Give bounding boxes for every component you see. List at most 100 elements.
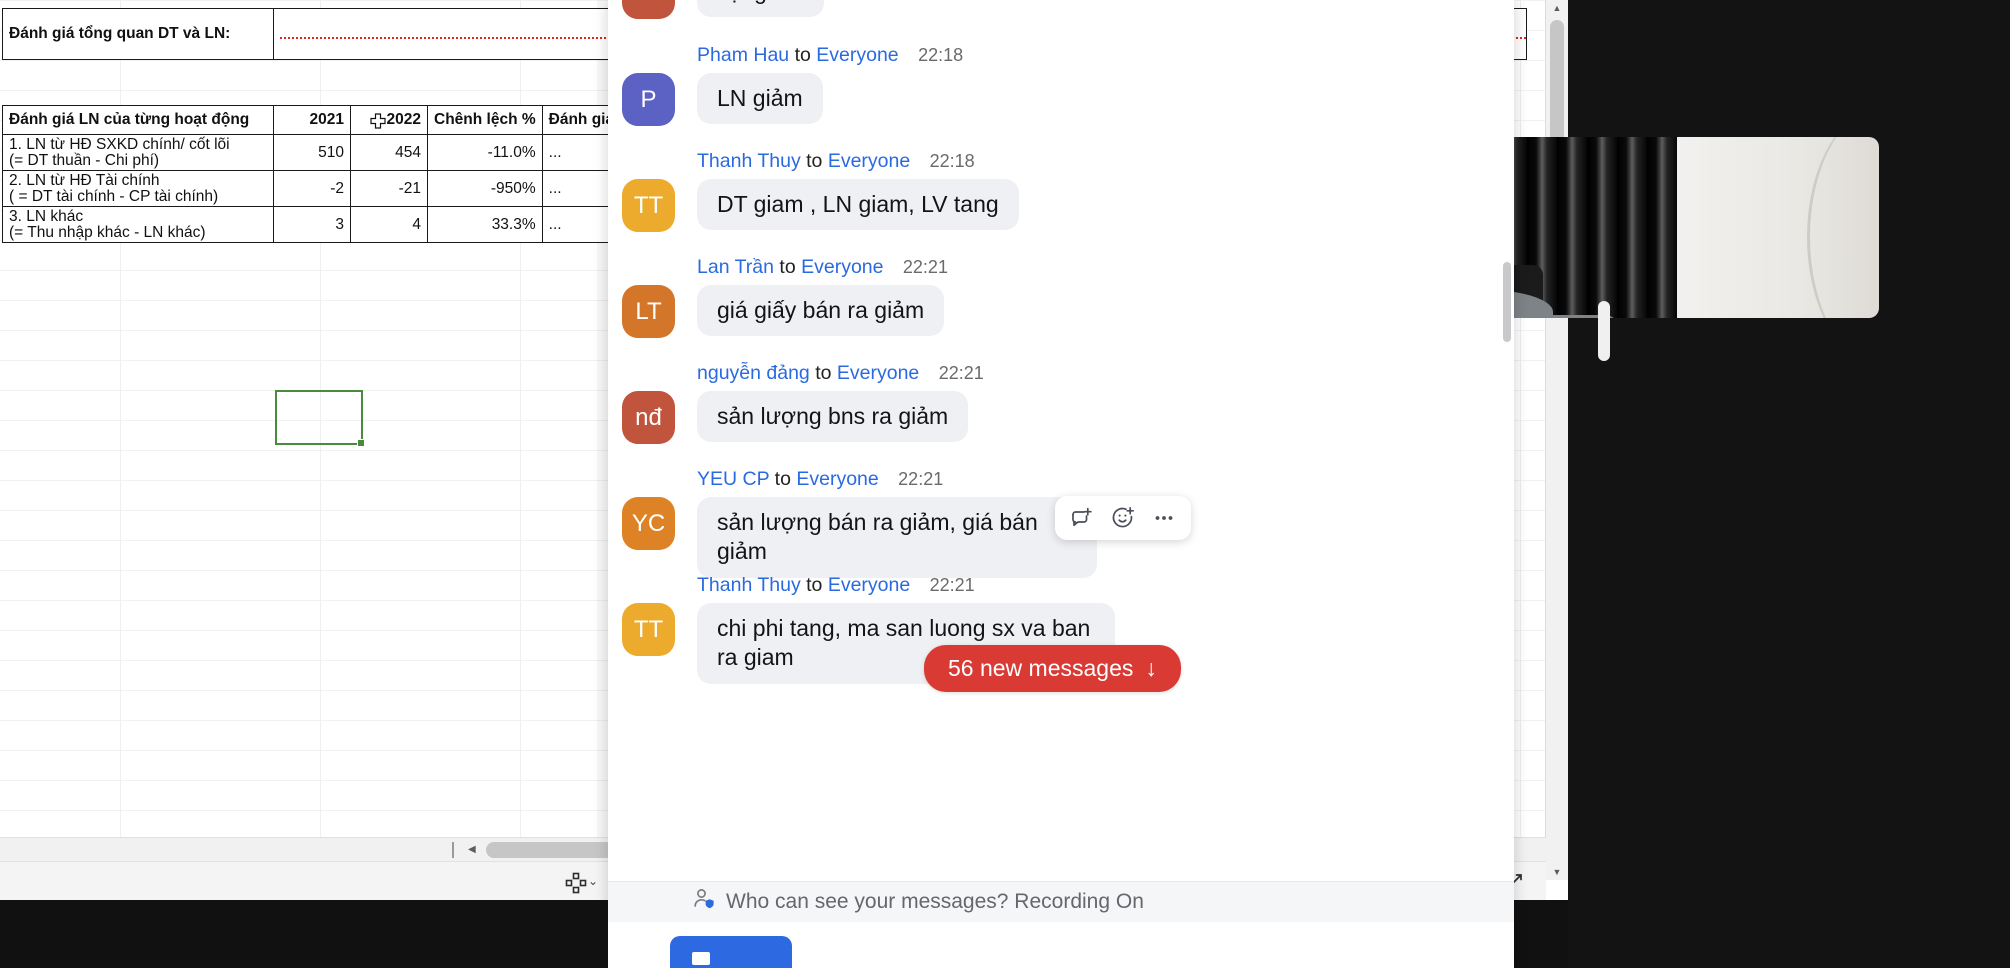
row-3-diff[interactable]: 33.3%	[427, 206, 543, 243]
chat-sender-name[interactable]: Pham Hau	[697, 44, 789, 66]
spreadsheet-cursor-icon	[369, 113, 387, 131]
chat-message-header: Pham Hau to Everyone 22:18	[697, 44, 1514, 67]
caret-down-icon[interactable]: ▼	[1546, 864, 1568, 880]
chat-to-word: to	[794, 44, 811, 66]
arrow-down-icon: ↓	[1145, 655, 1157, 681]
row-1-line1: 1. LN từ HĐ SXKD chính/ cốt lõi	[9, 136, 230, 153]
chat-recipient[interactable]: Everyone	[837, 362, 919, 384]
chat-timestamp: 22:18	[929, 151, 975, 171]
row-1-diff[interactable]: -11.0%	[427, 134, 543, 171]
row-2-line2: ( = DT tài chính - CP tài chính)	[9, 187, 219, 205]
chat-message[interactable]: Pham Hau to Everyone 22:18 P LN giảm	[608, 44, 1514, 126]
avatar: YC	[622, 497, 675, 550]
avatar: nđ	[622, 391, 675, 444]
row-2-diff[interactable]: -950%	[427, 170, 543, 207]
chevron-down-icon[interactable]: ⌄	[588, 874, 598, 888]
profit-evaluation-table: Đánh giá LN của từng hoạt động 2021 2022…	[2, 105, 706, 243]
chat-timestamp: 22:21	[898, 469, 944, 489]
chat-scroll-thumb[interactable]	[1503, 262, 1511, 342]
scroll-split-handle[interactable]	[452, 842, 454, 858]
row-2-value-2021[interactable]: -2	[273, 170, 351, 207]
chat-privacy-bar[interactable]: Who can see your messages? Recording On	[608, 881, 1514, 922]
chat-sender-name[interactable]: nguyễn đảng	[697, 362, 810, 384]
chat-message-partial[interactable]: sụt giảm	[608, 0, 1514, 19]
chat-timestamp: 22:21	[902, 257, 948, 277]
more-horizontal-icon[interactable]	[1151, 505, 1177, 531]
chat-sender-name[interactable]: Thanh Thuy	[697, 574, 801, 596]
row-3-line2: (= Thu nhập khác - LN khác)	[9, 223, 206, 241]
row-2-value-2022[interactable]: -21	[350, 170, 428, 207]
emoji-plus-icon[interactable]	[1110, 505, 1136, 531]
table-row[interactable]: 1. LN từ HĐ SXKD chính/ cốt lõi (= DT th…	[2, 134, 706, 171]
chat-bubble: sản lượng bán ra giảm, giá bán giảm	[697, 497, 1097, 578]
chat-bubble: giá giấy bán ra giảm	[697, 285, 945, 337]
row-3-line1: 3. LN khác	[9, 208, 84, 225]
avatar: TT	[622, 179, 675, 232]
chat-sender-name[interactable]: Lan Trần	[697, 256, 774, 278]
chat-recipient[interactable]: Everyone	[801, 256, 883, 278]
chat-timestamp: 22:18	[918, 45, 964, 65]
chat-vertical-scrollbar[interactable]	[1500, 0, 1514, 887]
reply-bubble-plus-icon[interactable]	[1069, 505, 1095, 531]
chat-to-word: to	[815, 362, 832, 384]
chat-compose-area[interactable]	[608, 922, 1514, 968]
avatar: LT	[622, 285, 675, 338]
chat-message-header: Thanh Thuy to Everyone 22:18	[697, 150, 1514, 173]
chat-message-list[interactable]: sụt giảm Pham Hau to Everyone 22:18 P LN…	[608, 0, 1514, 887]
chat-to-word: to	[779, 256, 796, 278]
chat-bubble: LN giảm	[697, 73, 823, 125]
table-row[interactable]: 3. LN khác (= Thu nhập khác - LN khác) 3…	[2, 206, 706, 243]
chat-sender-name[interactable]: Thanh Thuy	[697, 150, 801, 172]
table-row[interactable]: 2. LN từ HĐ Tài chính ( = DT tài chính -…	[2, 170, 706, 207]
row-1-value-2021[interactable]: 510	[273, 134, 351, 171]
desktop-background-bottom-left	[0, 900, 608, 968]
row-3-activity-name: 3. LN khác (= Thu nhập khác - LN khác)	[2, 206, 274, 243]
chat-to-word: to	[774, 468, 791, 490]
col-header-2022: 2022	[350, 105, 428, 135]
send-plus-button[interactable]	[670, 936, 792, 968]
row-3-value-2022[interactable]: 4	[350, 206, 428, 243]
row-1-line2: (= DT thuần - Chi phí)	[9, 151, 160, 169]
overview-label: Đánh giá tổng quan DT và LN:	[2, 8, 274, 60]
caret-up-icon[interactable]: ▲	[1546, 0, 1568, 16]
move-cursor-icon[interactable]	[565, 872, 587, 899]
avatar: P	[622, 73, 675, 126]
panel-drag-handle[interactable]	[1598, 301, 1610, 361]
spreadsheet-vertical-scrollbar[interactable]: ▲ ▼	[1545, 0, 1568, 880]
chat-recipient[interactable]: Everyone	[828, 574, 910, 596]
chat-recipient[interactable]: Everyone	[796, 468, 878, 490]
caret-left-icon[interactable]: ◀	[468, 844, 476, 855]
avatar	[622, 0, 675, 19]
chat-recipient[interactable]: Everyone	[828, 150, 910, 172]
message-hover-actions[interactable]	[1055, 496, 1191, 540]
privacy-text[interactable]: Who can see your messages? Recording On	[726, 890, 1144, 914]
row-2-line1: 2. LN từ HĐ Tài chính	[9, 172, 160, 189]
row-2-activity-name: 2. LN từ HĐ Tài chính ( = DT tài chính -…	[2, 170, 274, 207]
col-header-activity: Đánh giá LN của từng hoạt động	[2, 105, 274, 135]
chat-message[interactable]: nguyễn đảng to Everyone 22:21 nđ sản lượ…	[608, 362, 1514, 444]
row-1-value-2022[interactable]: 454	[350, 134, 428, 171]
row-1-activity-name: 1. LN từ HĐ SXKD chính/ cốt lõi (= DT th…	[2, 134, 274, 171]
chat-message-header: Thanh Thuy to Everyone 22:21	[697, 574, 1514, 597]
chat-to-word: to	[806, 574, 823, 596]
chat-message[interactable]: Thanh Thuy to Everyone 22:18 TT DT giam …	[608, 150, 1514, 232]
avatar: TT	[622, 603, 675, 656]
new-messages-label: 56 new messages	[948, 655, 1134, 681]
chat-sender-name[interactable]: YEU CP	[697, 468, 769, 490]
chat-bubble: sụt giảm	[697, 0, 824, 18]
send-plus-icon	[692, 952, 710, 965]
table-header-row: Đánh giá LN của từng hoạt động 2021 2022…	[2, 105, 706, 135]
chat-timestamp: 22:21	[938, 363, 984, 383]
wall-curve	[1807, 137, 1879, 318]
video-background-wall	[1677, 137, 1879, 318]
zoom-chat-panel[interactable]: sụt giảm Pham Hau to Everyone 22:18 P LN…	[608, 0, 1514, 968]
row-3-value-2021[interactable]: 3	[273, 206, 351, 243]
chat-bubble: DT giam , LN giam, LV tang	[697, 179, 1019, 231]
chat-recipient[interactable]: Everyone	[816, 44, 898, 66]
chat-message-header: nguyễn đảng to Everyone 22:21	[697, 362, 1514, 385]
chat-to-word: to	[806, 150, 823, 172]
new-messages-badge[interactable]: 56 new messages ↓	[924, 645, 1181, 692]
selected-cell[interactable]	[275, 390, 365, 447]
chat-message[interactable]: Lan Trần to Everyone 22:21 LT giá giấy b…	[608, 256, 1514, 338]
col-header-diff: Chênh lệch %	[427, 105, 543, 135]
